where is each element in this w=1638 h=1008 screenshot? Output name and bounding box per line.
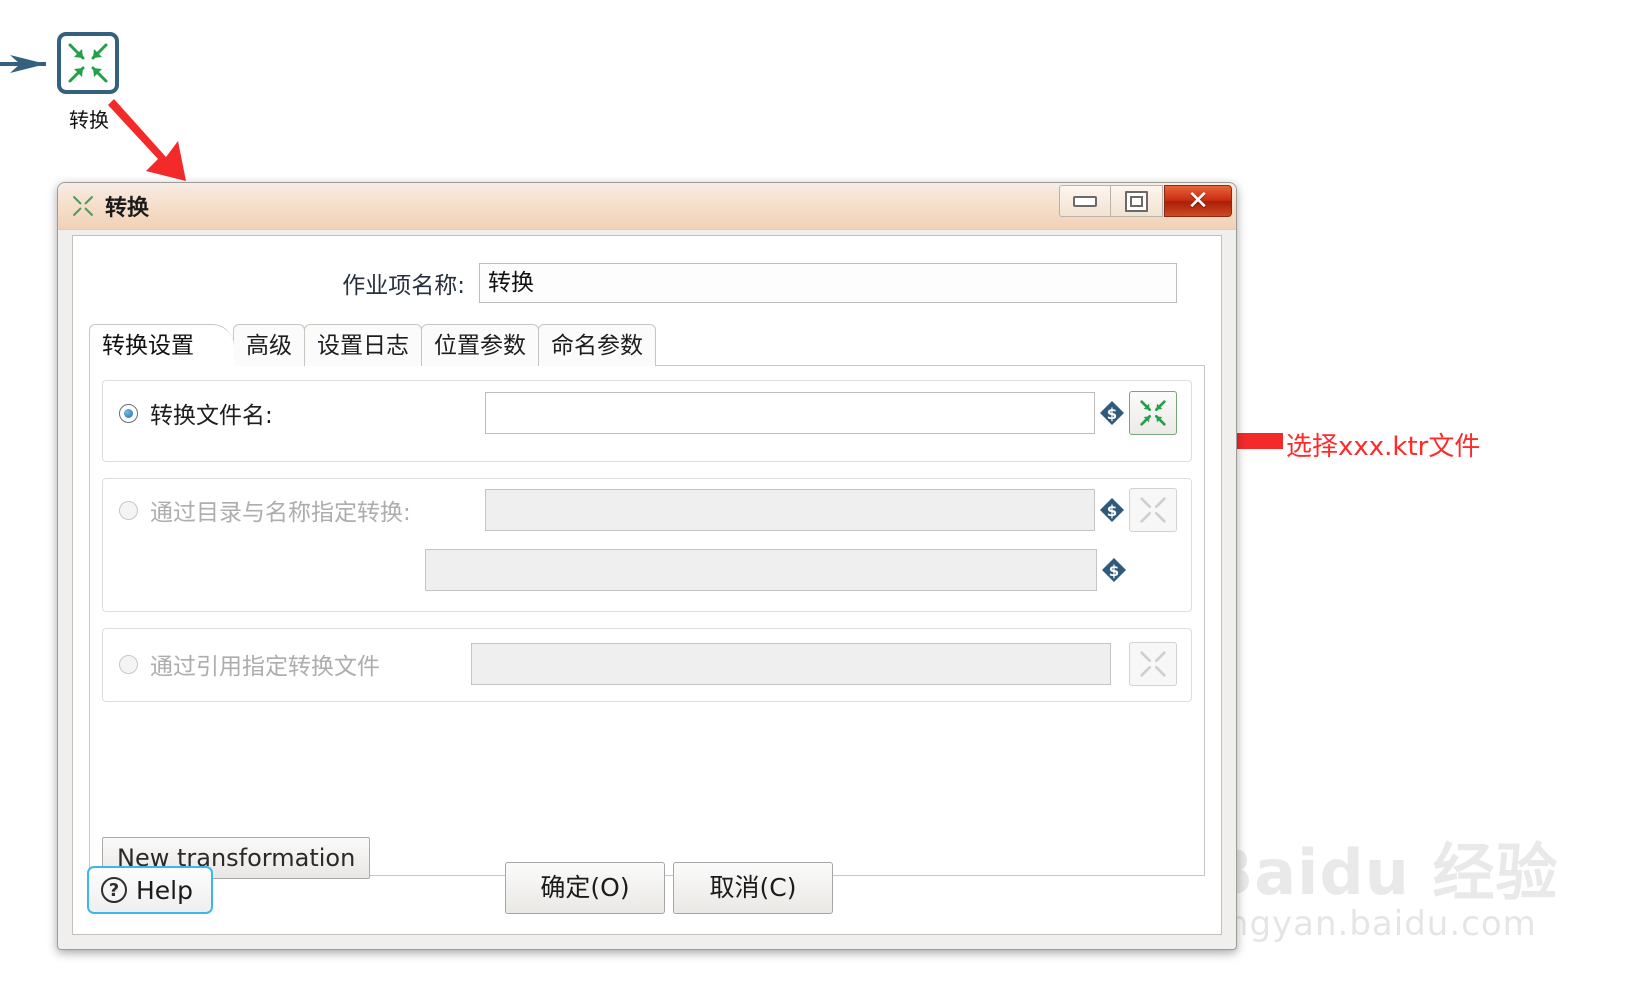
tab-positional-parameters[interactable]: 位置参数 (421, 324, 539, 366)
job-entry-name-row: 作业项名称: 转换 (73, 256, 1221, 310)
dialog-body: 作业项名称: 转换 转换设置 高级 设置日志 位置参数 命名参数 转换文件名: (72, 235, 1222, 935)
input-transformation-filename[interactable] (485, 392, 1095, 434)
minimize-icon (1073, 195, 1097, 207)
radio-specify-by-reference[interactable] (119, 654, 138, 674)
input-transformation-name[interactable] (425, 549, 1097, 591)
option-row-directory: 通过目录与名称指定转换: $ (103, 479, 1191, 541)
close-button[interactable]: ✕ (1164, 185, 1232, 217)
input-transformation-directory[interactable] (485, 489, 1095, 531)
tab-named-parameters[interactable]: 命名参数 (538, 324, 656, 366)
transformation-icon (73, 196, 93, 216)
option-group-directory-name: 通过目录与名称指定转换: $ $ (102, 478, 1192, 612)
dollar-variable-icon[interactable]: $ (1099, 497, 1125, 523)
job-entry-name-input[interactable]: 转换 (479, 263, 1177, 303)
dialog-titlebar[interactable]: 转换 ✕ (58, 183, 1236, 230)
question-mark-icon: ? (101, 877, 127, 903)
minimize-button[interactable] (1059, 185, 1111, 217)
input-transformation-reference[interactable] (471, 643, 1111, 685)
svg-text:$: $ (1107, 405, 1117, 423)
option-group-reference: 通过引用指定转换文件 (102, 628, 1192, 702)
tabstrip-wrap: 转换设置 高级 设置日志 位置参数 命名参数 (73, 322, 1221, 366)
dollar-variable-icon[interactable]: $ (1101, 557, 1127, 583)
dialog-title: 转换 (105, 196, 150, 221)
option-row-filename: 转换文件名: $ (103, 381, 1191, 445)
transformation-icon (1140, 497, 1166, 523)
maximize-button[interactable] (1111, 185, 1163, 217)
label-specify-by-directory: 通过目录与名称指定转换: (150, 500, 411, 526)
transformation-dialog: 转换 ✕ 作业项名称: 转换 转换设置 高级 设置日志 位置参数 命名参数 转换… (57, 182, 1237, 950)
svg-text:$: $ (1109, 562, 1119, 580)
close-icon: ✕ (1187, 186, 1209, 216)
help-button[interactable]: ? Help (87, 866, 213, 914)
red-pointer-arrow-to-dialog (108, 99, 186, 181)
transformation-icon (68, 43, 108, 83)
label-transformation-filename: 转换文件名: (150, 403, 273, 429)
tab-panel-transformation-settings: 转换文件名: $ 通过目录与名称指定转换: $ $ 通过引用指定转换文件 New… (89, 366, 1205, 879)
tab-transformation-settings[interactable]: 转换设置 (89, 324, 234, 366)
tab-advanced[interactable]: 高级 (233, 324, 305, 366)
option-row-reference: 通过引用指定转换文件 (103, 629, 1191, 699)
browse-transformation-file-button[interactable] (1129, 391, 1177, 435)
radio-specify-by-directory[interactable] (119, 500, 138, 520)
job-entry-name-label: 作业项名称: (342, 273, 465, 299)
maximize-icon (1125, 190, 1148, 212)
browse-transformation-reference-button (1129, 642, 1177, 686)
dollar-variable-icon[interactable]: $ (1099, 400, 1125, 426)
browse-transformation-directory-button (1129, 488, 1177, 532)
transformation-icon (1140, 651, 1166, 677)
tabstrip: 转换设置 高级 设置日志 位置参数 命名参数 (89, 322, 1221, 366)
annotation-label: 选择xxx.ktr文件 (1286, 432, 1481, 462)
window-controls: ✕ (1059, 185, 1232, 219)
dialog-footer: ? Help 确定(O) 取消(C) (73, 844, 1221, 934)
radio-transformation-filename[interactable] (119, 403, 138, 423)
svg-text:$: $ (1107, 502, 1117, 520)
job-entry-transformation[interactable] (57, 32, 119, 94)
ok-button[interactable]: 确定(O) (505, 862, 665, 914)
label-specify-by-reference: 通过引用指定转换文件 (150, 654, 380, 680)
transformation-icon (1140, 400, 1166, 426)
cancel-button[interactable]: 取消(C) (673, 862, 833, 914)
help-button-label: Help (136, 875, 193, 905)
tab-logging[interactable]: 设置日志 (304, 324, 422, 366)
option-group-filename: 转换文件名: $ (102, 380, 1192, 462)
option-row-transformation-name: $ (103, 541, 1191, 599)
job-hop-connector (0, 55, 46, 73)
